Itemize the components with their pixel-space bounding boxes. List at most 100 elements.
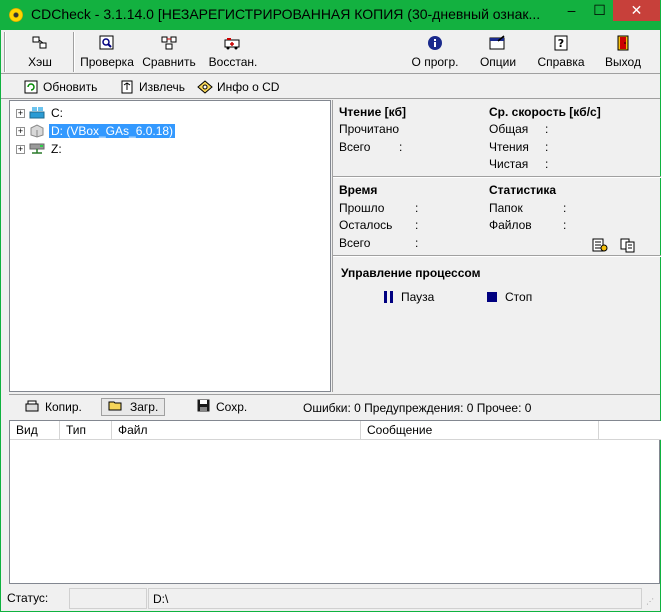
- time-left-colon: :: [415, 218, 419, 232]
- time-left-label: Осталось: [339, 218, 393, 232]
- save-log-button[interactable]: Сохр.: [191, 398, 253, 416]
- verify-label: Проверка: [80, 55, 134, 69]
- cd-info-label: Инфо о CD: [217, 80, 280, 94]
- help-button[interactable]: ? Справка: [533, 33, 589, 73]
- restore-button[interactable]: Восстан.: [204, 33, 262, 73]
- stats-folders-label: Папок: [489, 201, 523, 215]
- stats-folders-colon: :: [563, 201, 567, 215]
- about-label: О прогр.: [411, 55, 459, 69]
- refresh-icon: [23, 80, 38, 95]
- title-bar[interactable]: CDCheck - 3.1.14.0 [НЕЗАРЕГИСТРИРОВАННАЯ…: [0, 0, 661, 30]
- speed-net-colon: :: [545, 157, 549, 171]
- main-toolbar: Хэш Проверка Сравнить Восстан. О прогр. …: [1, 30, 660, 74]
- tree-item-c[interactable]: + C:: [16, 105, 65, 121]
- log-toolbar: Копир. Загр. Сохр. Ошибки: 0 Предупрежде…: [9, 394, 660, 418]
- column-file[interactable]: Файл: [112, 421, 361, 440]
- copy-icon: [25, 400, 39, 415]
- close-button[interactable]: ✕: [613, 0, 660, 21]
- read-total-label: Всего: [339, 140, 371, 154]
- save-floppy-icon: [197, 399, 210, 415]
- compare-label: Сравнить: [142, 55, 196, 69]
- help-icon: ?: [551, 35, 571, 52]
- drive-tree[interactable]: + C: + D: (VBox_GAs_6.0.18) + Z:: [9, 100, 331, 392]
- speed-read-label: Чтения: [489, 140, 529, 154]
- stats-files-colon: :: [563, 218, 567, 232]
- exit-button[interactable]: Выход: [599, 33, 647, 73]
- tree-item-d[interactable]: + D: (VBox_GAs_6.0.18): [16, 123, 176, 139]
- copy-log-button[interactable]: Копир.: [19, 398, 88, 416]
- tree-item-label: C:: [51, 106, 63, 120]
- status-path: D:\: [148, 588, 642, 609]
- status-bar: Статус: D:\ ⋰: [1, 586, 660, 611]
- report-icon[interactable]: [591, 237, 609, 256]
- network-drive-icon: [29, 142, 45, 156]
- verify-icon: [97, 35, 117, 52]
- compare-button[interactable]: Сравнить: [139, 33, 199, 73]
- options-button[interactable]: Опции: [473, 33, 523, 73]
- refresh-label: Обновить: [43, 80, 98, 94]
- column-kind[interactable]: Вид: [10, 421, 60, 440]
- message-list[interactable]: Вид Тип Файл Сообщение: [9, 420, 661, 584]
- speed-net-label: Чистая: [489, 157, 529, 171]
- time-total-label: Всего: [339, 236, 371, 250]
- minimize-button[interactable]: –: [558, 0, 585, 21]
- copy-stats-icon[interactable]: [619, 237, 637, 256]
- eject-label: Извлечь: [139, 80, 186, 94]
- hard-drive-icon: [29, 106, 45, 120]
- drive-toolbar: Обновить Извлечь Инфо о CD: [1, 75, 660, 99]
- expand-icon[interactable]: +: [16, 126, 25, 136]
- application-window: CDCheck - 3.1.14.0 [НЕЗАРЕГИСТРИРОВАННАЯ…: [0, 0, 661, 612]
- stop-label: Стоп: [505, 290, 533, 304]
- about-button[interactable]: О прогр.: [407, 33, 463, 73]
- divider: [333, 255, 661, 257]
- options-icon: [488, 35, 508, 52]
- pause-label: Пауза: [401, 290, 435, 304]
- exit-door-icon: [613, 35, 633, 52]
- read-header: Чтение [кб]: [339, 105, 407, 119]
- maximize-button[interactable]: ☐: [586, 0, 613, 21]
- expand-icon[interactable]: +: [16, 144, 25, 154]
- cd-info-button[interactable]: Инфо о CD: [197, 78, 279, 96]
- refresh-button[interactable]: Обновить: [23, 78, 97, 96]
- stats-files-label: Файлов: [489, 218, 532, 232]
- speed-overall-colon: :: [545, 122, 549, 136]
- read-done-label: Прочитано: [339, 122, 399, 136]
- help-label: Справка: [537, 55, 585, 69]
- open-folder-icon: [108, 400, 124, 415]
- expand-icon[interactable]: +: [16, 108, 25, 118]
- options-label: Опции: [479, 55, 517, 69]
- time-header: Время: [339, 183, 378, 197]
- speed-read-colon: :: [545, 140, 549, 154]
- toolbar-separator: [4, 32, 6, 72]
- eject-icon: [119, 80, 134, 95]
- process-header: Управление процессом: [341, 266, 481, 280]
- pause-button[interactable]: Пауза: [384, 290, 434, 304]
- compare-icon: [159, 35, 179, 52]
- tree-item-z[interactable]: + Z:: [16, 141, 64, 157]
- speed-header: Ср. скорость [кб/с]: [489, 105, 601, 119]
- stats-header: Статистика: [489, 183, 557, 197]
- verify-button[interactable]: Проверка: [79, 33, 135, 73]
- tree-item-label: Z:: [51, 142, 62, 156]
- time-total-colon: :: [415, 236, 419, 250]
- tree-item-label: D: (VBox_GAs_6.0.18): [49, 124, 176, 138]
- time-elapsed-label: Прошло: [339, 201, 385, 215]
- info-panel: Чтение [кб] Прочитано Всего : Ср. скорос…: [332, 100, 661, 392]
- load-log-button[interactable]: Загр.: [101, 398, 166, 416]
- pause-icon: [384, 291, 393, 303]
- copy-log-label: Копир.: [45, 400, 82, 414]
- info-icon: [425, 35, 445, 52]
- svg-text:?: ?: [558, 37, 564, 50]
- load-log-label: Загр.: [130, 400, 159, 414]
- hash-button[interactable]: Хэш: [15, 33, 65, 73]
- status-progress-panel: [69, 588, 147, 609]
- save-log-label: Сохр.: [216, 400, 248, 414]
- column-message[interactable]: Сообщение: [361, 421, 599, 440]
- resize-grip-icon[interactable]: ⋰: [646, 597, 654, 606]
- column-type[interactable]: Тип: [60, 421, 112, 440]
- hash-label: Хэш: [28, 55, 52, 69]
- cd-info-icon: [197, 79, 213, 95]
- stop-button[interactable]: Стоп: [487, 290, 532, 304]
- hash-icon: [30, 35, 50, 52]
- eject-button[interactable]: Извлечь: [119, 78, 185, 96]
